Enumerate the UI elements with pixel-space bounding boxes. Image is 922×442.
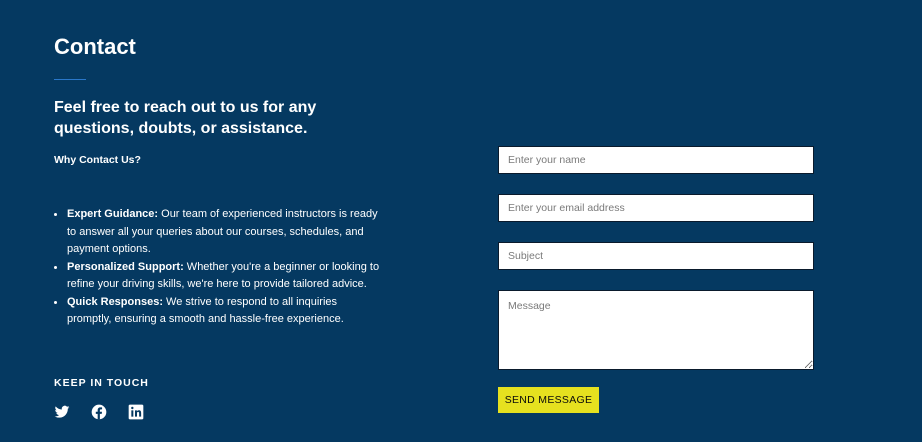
send-message-button[interactable]: SEND MESSAGE <box>498 387 599 413</box>
message-field[interactable] <box>498 290 814 370</box>
reason-label: Quick Responses: <box>67 295 163 308</box>
page-title: Contact <box>54 34 136 59</box>
list-item: Quick Responses: We strive to respond to… <box>54 294 384 329</box>
name-field[interactable] <box>498 146 814 174</box>
why-contact-heading: Why Contact Us? <box>54 154 141 166</box>
social-links <box>54 404 144 420</box>
reasons-list: Expert Guidance: Our team of experienced… <box>54 206 384 329</box>
title-underline <box>54 79 86 80</box>
keep-in-touch-heading: KEEP IN TOUCH <box>54 377 149 389</box>
bullet-icon <box>54 265 57 269</box>
subject-field[interactable] <box>498 242 814 270</box>
contact-tagline: Feel free to reach out to us for any que… <box>54 99 317 137</box>
reason-label: Expert Guidance: <box>67 208 159 220</box>
bullet-icon <box>54 300 57 304</box>
contact-section: Contact Feel free to reach out to us for… <box>0 0 922 442</box>
contact-info: Contact Feel free to reach out to us for… <box>54 34 394 420</box>
contact-form: SEND MESSAGE <box>498 146 814 413</box>
twitter-icon[interactable] <box>54 404 70 420</box>
bullet-icon <box>54 213 57 216</box>
list-item: Expert Guidance: Our team of experienced… <box>54 206 384 259</box>
list-item: Personalized Support: Whether you're a b… <box>54 259 384 294</box>
facebook-icon[interactable] <box>91 404 107 420</box>
linkedin-icon[interactable] <box>128 404 144 420</box>
reason-label: Personalized Support: <box>67 260 184 273</box>
email-field[interactable] <box>498 194 814 222</box>
